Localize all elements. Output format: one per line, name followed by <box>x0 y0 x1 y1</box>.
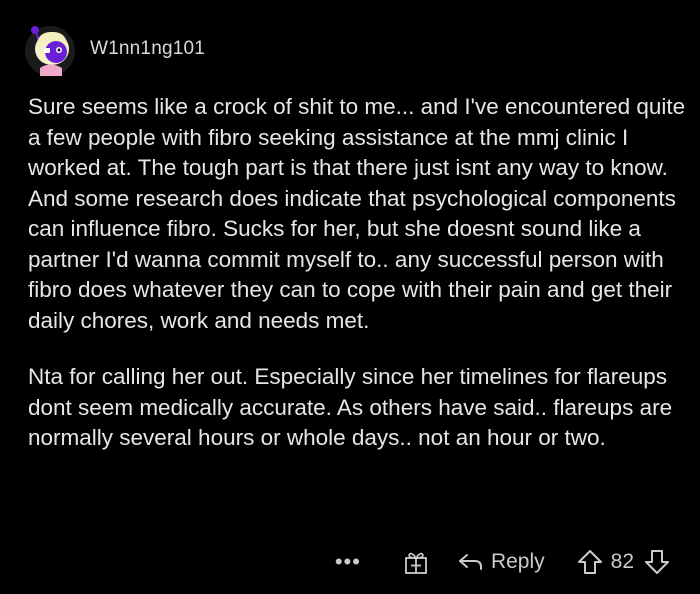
comment-actions: ••• Reply 82 <box>335 542 670 582</box>
reply-button[interactable]: Reply <box>457 550 545 574</box>
vote-score: 82 <box>610 550 634 573</box>
reply-label: Reply <box>490 550 545 573</box>
avatar-icon <box>25 26 75 76</box>
comment-header: W1nn1ng101 <box>22 14 205 84</box>
comment-paragraph-1: Sure seems like a crock of shit to me...… <box>28 94 686 333</box>
comment-paragraph-2: Nta for calling her out. Especially sinc… <box>28 364 673 450</box>
upvote-arrow-icon[interactable] <box>577 549 603 575</box>
comment-body: Sure seems like a crock of shit to me...… <box>28 92 688 480</box>
username[interactable]: W1nn1ng101 <box>90 38 205 60</box>
avatar[interactable] <box>22 21 78 77</box>
downvote-arrow-icon[interactable] <box>644 549 670 575</box>
award-gift-icon[interactable] <box>403 549 429 575</box>
more-options-button[interactable]: ••• <box>335 549 361 575</box>
comment: W1nn1ng101 Sure seems like a crock of sh… <box>0 0 700 594</box>
reply-arrow-icon <box>458 554 482 570</box>
